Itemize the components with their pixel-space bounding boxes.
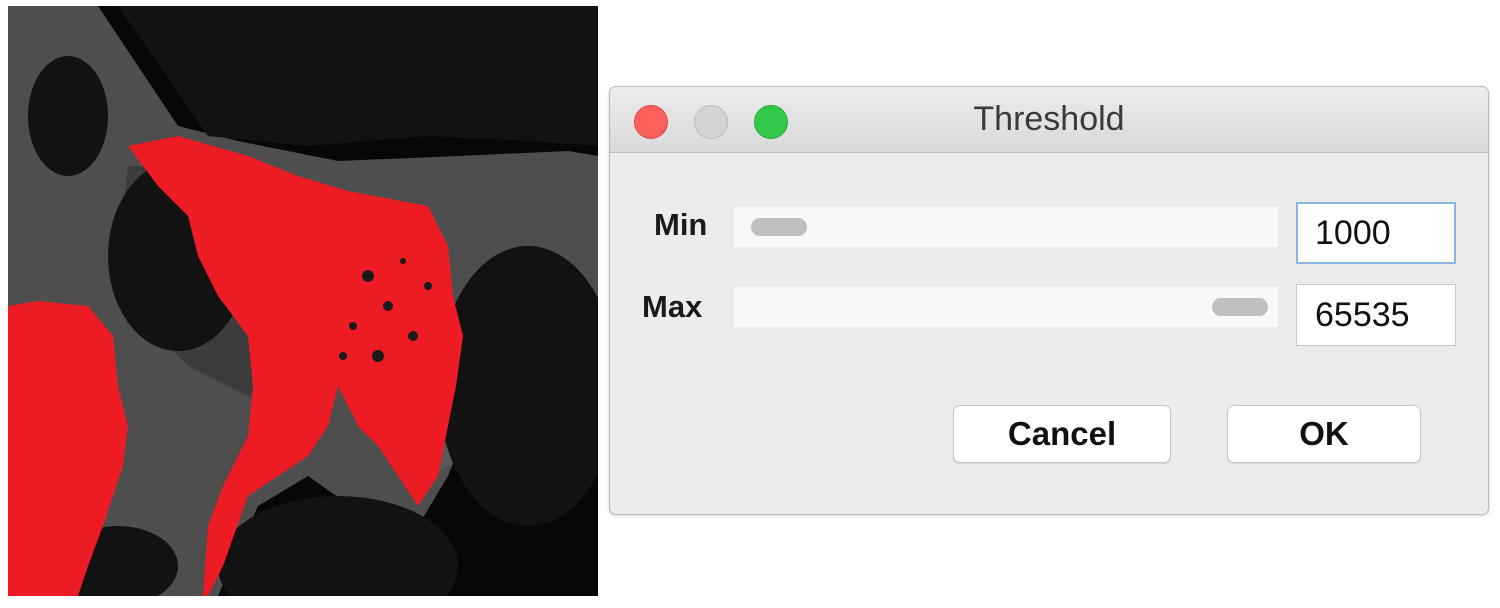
microscopy-image: [8, 6, 598, 596]
min-slider[interactable]: [734, 207, 1278, 247]
min-label: Min: [654, 207, 708, 242]
max-slider-thumb[interactable]: [1212, 298, 1268, 316]
max-label: Max: [642, 289, 703, 324]
max-value-field[interactable]: 65535: [1296, 284, 1456, 346]
min-value-field[interactable]: 1000: [1296, 202, 1456, 264]
ok-button[interactable]: OK: [1227, 405, 1421, 463]
threshold-dialog: Threshold Min 1000 Max 65535 Cancel OK: [609, 86, 1489, 515]
min-slider-thumb[interactable]: [751, 218, 808, 236]
dialog-title: Threshold: [973, 100, 1125, 138]
max-slider[interactable]: [734, 287, 1278, 327]
cancel-button[interactable]: Cancel: [953, 405, 1171, 463]
title-bar: Threshold: [610, 87, 1488, 153]
